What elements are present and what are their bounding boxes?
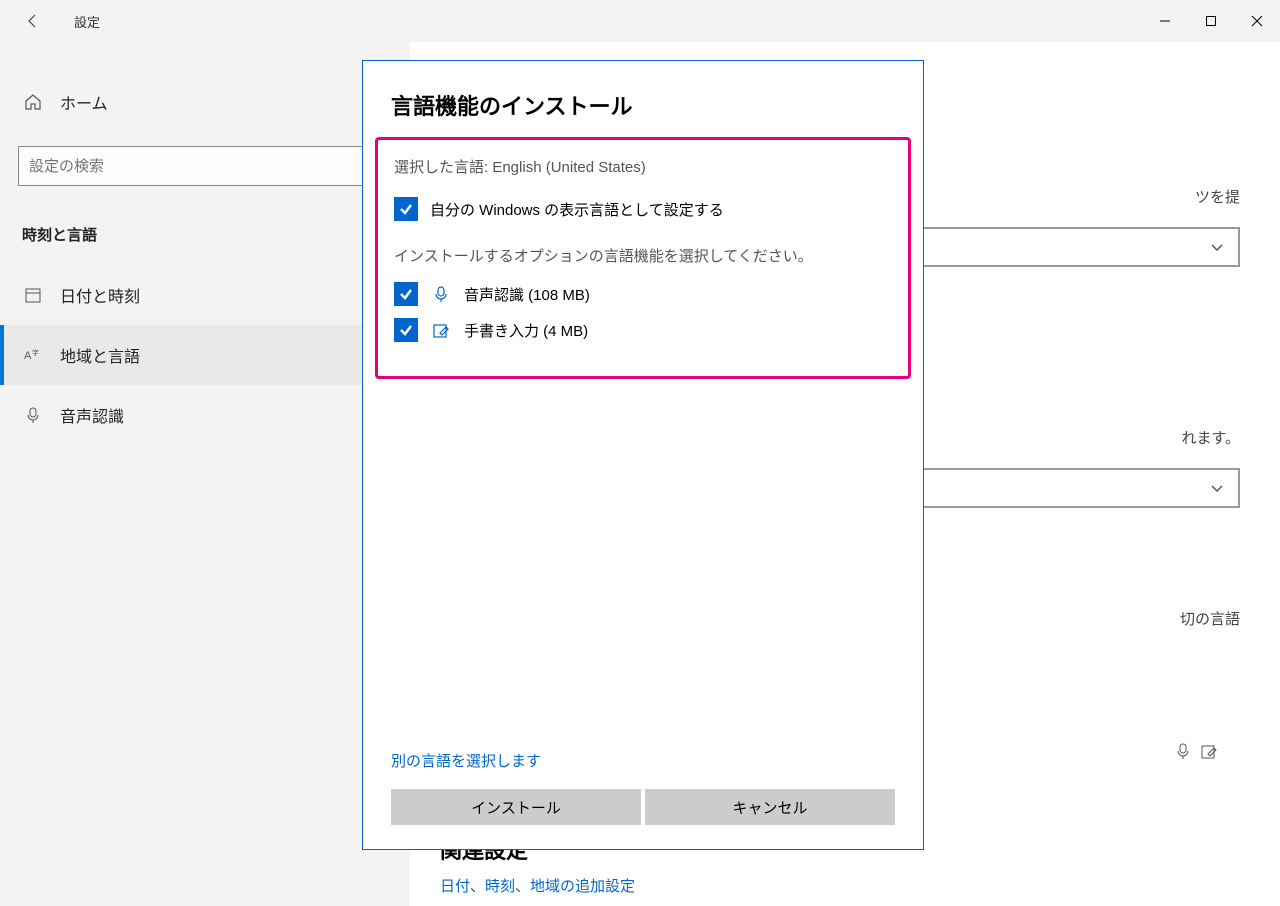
calendar-icon — [22, 284, 44, 306]
close-button[interactable] — [1234, 5, 1280, 37]
svg-text:A: A — [24, 350, 32, 362]
related-link[interactable]: 日付、時刻、地域の追加設定 — [440, 875, 635, 896]
sidebar: ホーム 時刻と言語 日付と時刻 A字 地域と言語 音声認識 — [0, 42, 410, 906]
set-display-label: 自分の Windows の表示言語として設定する — [430, 199, 724, 220]
maximize-button[interactable] — [1188, 5, 1234, 37]
nav-date-time[interactable]: 日付と時刻 — [0, 265, 410, 325]
handwriting-label: 手書き入力 (4 MB) — [464, 320, 588, 341]
svg-text:字: 字 — [32, 348, 39, 357]
window-controls — [1142, 5, 1280, 37]
chevron-down-icon — [1210, 240, 1224, 254]
search-box[interactable] — [18, 146, 392, 186]
checkbox-checked[interactable] — [394, 318, 418, 342]
install-button[interactable]: インストール — [391, 789, 641, 825]
nav-label: 音声認識 — [60, 403, 124, 427]
highlight-annotation: 選択した言語: English (United States) 自分の Wind… — [375, 137, 911, 379]
nav-region-language[interactable]: A字 地域と言語 — [0, 325, 410, 385]
choose-other-language-link[interactable]: 別の言語を選択します — [363, 750, 923, 789]
speech-label: 音声認識 (108 MB) — [464, 284, 590, 305]
microphone-icon — [22, 404, 44, 426]
home-label: ホーム — [60, 90, 108, 114]
chevron-down-icon — [1210, 481, 1224, 495]
checkbox-checked[interactable] — [394, 197, 418, 221]
window-title: 設定 — [74, 12, 100, 31]
dropdown-1[interactable] — [920, 227, 1240, 267]
nav-label: 日付と時刻 — [60, 283, 140, 307]
microphone-icon — [430, 283, 452, 305]
back-button[interactable] — [14, 2, 52, 40]
speech-option-row[interactable]: 音声認識 (108 MB) — [394, 282, 892, 306]
nav-label: 地域と言語 — [60, 343, 140, 367]
install-language-dialog: 言語機能のインストール 選択した言語: English (United Stat… — [362, 60, 924, 850]
language-icon: A字 — [22, 344, 44, 366]
titlebar: 設定 — [0, 0, 1280, 42]
minimize-button[interactable] — [1142, 5, 1188, 37]
mini-icons — [1174, 742, 1218, 765]
home-nav[interactable]: ホーム — [0, 72, 410, 132]
checkbox-checked[interactable] — [394, 282, 418, 306]
dialog-title: 言語機能のインストール — [363, 89, 923, 137]
home-icon — [22, 91, 44, 113]
selected-language-label: 選択した言語: English (United States) — [394, 156, 892, 177]
cancel-button[interactable]: キャンセル — [645, 789, 895, 825]
handwriting-icon — [430, 319, 452, 341]
dialog-buttons: インストール キャンセル — [363, 789, 923, 825]
search-input[interactable] — [29, 158, 381, 175]
handwriting-option-row[interactable]: 手書き入力 (4 MB) — [394, 318, 892, 342]
microphone-icon — [1174, 742, 1192, 765]
set-display-language-row[interactable]: 自分の Windows の表示言語として設定する — [394, 197, 892, 221]
handwriting-icon — [1200, 742, 1218, 765]
options-instructions: インストールするオプションの言語機能を選択してください。 — [394, 245, 892, 266]
nav-speech[interactable]: 音声認識 — [0, 385, 410, 445]
sidebar-section-title: 時刻と言語 — [0, 210, 410, 265]
dropdown-2[interactable] — [920, 468, 1240, 508]
